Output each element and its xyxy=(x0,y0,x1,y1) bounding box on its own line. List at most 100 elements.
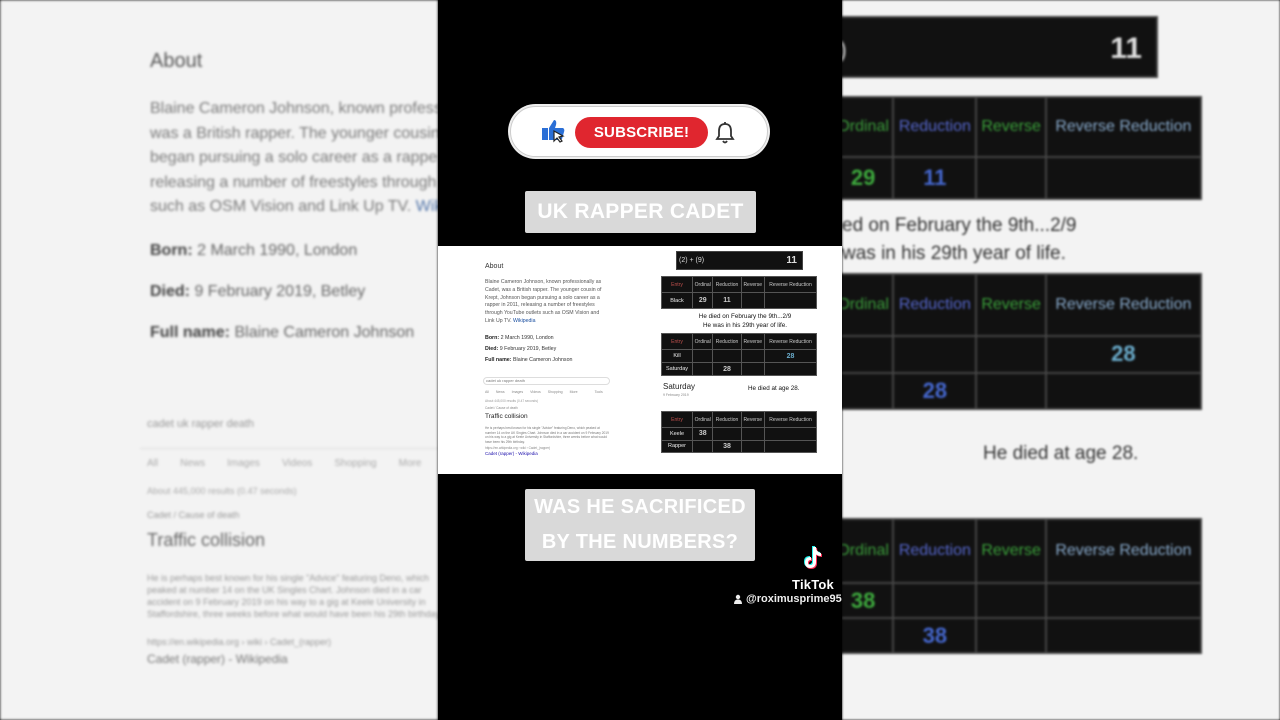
cell-reverse xyxy=(740,439,765,453)
about-description: Blaine Cameron Johnson, known profession… xyxy=(485,279,610,326)
bell-icon[interactable] xyxy=(713,121,737,145)
result-url: https://en.wikipedia.org › wiki › Cadet_… xyxy=(485,446,551,450)
tab-shopping[interactable]: Shopping xyxy=(548,390,563,394)
tab-videos[interactable]: Videos xyxy=(282,458,312,469)
wikipedia-link[interactable]: Wikipedia xyxy=(513,318,536,324)
col-reverse-reduction: Reverse Reduction xyxy=(763,411,818,428)
tab-videos[interactable]: Videos xyxy=(530,390,541,394)
col-reverse: Reverse xyxy=(975,96,1047,158)
cell-entry: Keele xyxy=(661,427,693,441)
col-reduction: Reduction xyxy=(892,273,978,337)
fact-died: Died: 9 February 2019, Betley xyxy=(485,346,556,352)
backdrop-breadcrumb: Cadet / Cause of death xyxy=(147,510,240,520)
backdrop-age-note: He died at age 28. xyxy=(983,443,1139,464)
about-heading: About xyxy=(485,263,504,270)
fact-value: 2 March 1990, London xyxy=(500,335,554,341)
col-reverse-reduction: Reverse Reduction xyxy=(1044,96,1203,158)
tab-all[interactable]: All xyxy=(147,458,158,469)
col-reduction: Reduction xyxy=(892,518,978,584)
backdrop-table-3: Ordinal Reduction Reverse Reverse Reduct… xyxy=(842,518,1203,654)
table-row: Black 29 11 xyxy=(661,292,818,309)
result-link[interactable]: Cadet (rapper) - Wikipedia xyxy=(485,451,538,456)
cell-reverse xyxy=(740,362,765,376)
featured-answer: Traffic collision xyxy=(485,413,528,420)
gematria-table-3: Entry Ordinal Reduction Reverse Reverse … xyxy=(661,411,818,453)
tab-news[interactable]: News xyxy=(496,390,505,394)
col-ordinal: Ordinal xyxy=(842,518,895,584)
backdrop-description-text: Blaine Cameron Johnson, known profession… xyxy=(150,100,438,215)
table-row: Rapper 38 xyxy=(661,439,818,453)
cell-reverse-reduction: 28 xyxy=(763,349,818,363)
cell-reverse-reduction: 28 xyxy=(1044,335,1203,374)
backdrop-url: https://en.wikipedia.org › wiki › Cadet_… xyxy=(147,637,332,647)
col-reverse: Reverse xyxy=(975,273,1047,337)
died-note: He died on February the 9th...2/9 He was… xyxy=(660,313,830,330)
col-reverse-reduction: Reverse Reduction xyxy=(763,276,818,293)
col-reduction: Reduction xyxy=(712,333,742,350)
cell-ordinal xyxy=(691,362,714,376)
cell-ordinal xyxy=(842,335,895,374)
col-entry: Entry xyxy=(661,333,693,350)
cell-reduction: 11 xyxy=(712,292,742,309)
col-reverse-reduction: Reverse Reduction xyxy=(1044,273,1203,337)
backdrop-search-query[interactable]: cadet uk rapper death xyxy=(147,418,254,430)
fact-value: Blaine Cameron Johnson xyxy=(512,357,573,363)
backdrop-table-1: Ordinal Reduction Reverse Reverse Reduct… xyxy=(842,96,1203,200)
blurred-backdrop-left: About Blaine Cameron Johnson, known prof… xyxy=(0,0,438,720)
backdrop-snippet: He is perhaps best known for his single … xyxy=(147,573,438,619)
col-reverse: Reverse xyxy=(740,276,765,293)
backdrop-calc-expression: 9) xyxy=(842,34,847,65)
fullname-label: Full name: xyxy=(150,323,231,341)
cell-reverse-reduction xyxy=(1044,371,1203,410)
tab-news[interactable]: News xyxy=(180,458,205,469)
col-reverse: Reverse xyxy=(740,411,765,428)
search-input[interactable]: cadet uk rapper death xyxy=(483,377,610,385)
caption-question-line2: BY THE NUMBERS? xyxy=(541,531,739,553)
backdrop-wikipedia-link[interactable]: Wikipedia xyxy=(416,198,438,215)
cell-reduction xyxy=(892,335,978,374)
backdrop-description: Blaine Cameron Johnson, known profession… xyxy=(150,97,438,220)
caption-question-line1: WAS HE SACRIFICED xyxy=(534,496,746,518)
tab-more[interactable]: More xyxy=(570,390,578,394)
backdrop-about-heading: About xyxy=(150,50,203,72)
cell-reverse-reduction xyxy=(1044,156,1203,200)
col-reverse: Reverse xyxy=(975,518,1047,584)
tab-images[interactable]: Images xyxy=(512,390,523,394)
cell-ordinal xyxy=(842,371,895,410)
cell-entry: Rapper xyxy=(661,439,693,453)
cell-reduction: 38 xyxy=(892,617,978,654)
col-ordinal: Ordinal xyxy=(842,96,895,158)
tab-shopping[interactable]: Shopping xyxy=(334,458,376,469)
about-description-text: Blaine Cameron Johnson, known profession… xyxy=(485,279,602,324)
divider xyxy=(140,448,438,449)
cell-ordinal xyxy=(842,617,895,654)
backdrop-fullname: Full name: Blaine Cameron Johnson xyxy=(150,324,438,342)
tiktok-watermark: TikTok xyxy=(788,545,838,592)
cell-reverse xyxy=(975,582,1047,619)
backdrop-calculator: 9) 11 xyxy=(842,16,1158,78)
backdrop-died-line1: ed on February the 9th...2/9 xyxy=(842,215,1077,236)
cell-ordinal: 38 xyxy=(842,582,895,619)
cell-reverse xyxy=(975,371,1047,410)
subscribe-button[interactable]: SUBSCRIBE! xyxy=(575,117,708,148)
backdrop-result-link[interactable]: Cadet (rapper) - Wikipedia xyxy=(147,652,288,666)
tab-more[interactable]: More xyxy=(399,458,422,469)
fact-born: Born: 2 March 1990, London xyxy=(485,335,554,341)
cell-ordinal xyxy=(691,349,714,363)
calculator-display: (2) + (9) 11 xyxy=(676,251,803,270)
day-date: 9 February 2019 xyxy=(663,393,689,397)
backdrop-born: Born: 2 March 1990, London xyxy=(150,242,438,260)
cell-reverse-reduction xyxy=(763,439,818,453)
col-reverse-reduction: Reverse Reduction xyxy=(763,333,818,350)
fullname-value: Blaine Cameron Johnson xyxy=(234,323,415,341)
gematria-table-2: Entry Ordinal Reduction Reverse Reverse … xyxy=(661,333,818,376)
tab-all[interactable]: All xyxy=(485,390,489,394)
col-entry: Entry xyxy=(661,411,693,428)
died-note-line1: He died on February the 9th...2/9 xyxy=(698,313,792,320)
cell-reduction xyxy=(712,427,742,441)
cell-entry: Black xyxy=(661,292,693,309)
tools-button[interactable]: Tools xyxy=(595,390,603,394)
age-note: He died at age 28. xyxy=(748,385,800,392)
result-snippet: He is perhaps best known for his single … xyxy=(485,426,609,444)
tab-images[interactable]: Images xyxy=(227,458,260,469)
